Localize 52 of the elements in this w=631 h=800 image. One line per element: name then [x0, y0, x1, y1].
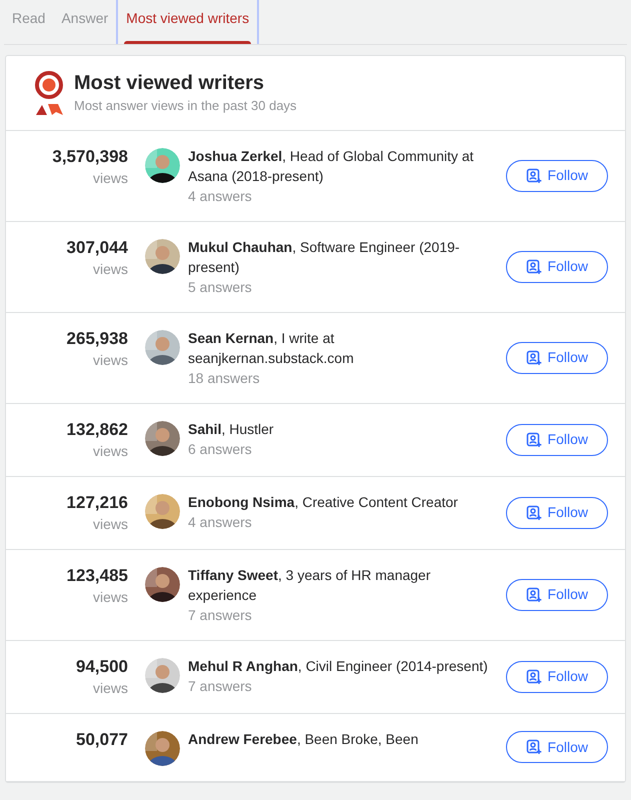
- writer-credential: Sean Kernan, I write at seanjkernan.substack.com: [188, 328, 355, 368]
- writer-credential: Mehul R Anghan, Civil Engineer (2014-present): [188, 656, 488, 676]
- add-person-icon: [526, 586, 542, 602]
- tab[interactable]: Read: [4, 0, 54, 44]
- follow-button[interactable]: Follow: [506, 250, 608, 282]
- answer-count: 6 answers: [188, 440, 253, 458]
- view-count: 307,044: [66, 236, 128, 258]
- answer-count: 7 answers: [188, 606, 253, 624]
- follow-button[interactable]: Follow: [506, 342, 608, 374]
- view-count: 94,500: [76, 656, 128, 678]
- tab[interactable]: Answer: [53, 0, 116, 44]
- follow-button[interactable]: Follow: [506, 578, 608, 610]
- add-person-icon: [526, 350, 542, 366]
- add-person-icon: [526, 504, 542, 520]
- answer-count: 4 answers: [188, 186, 253, 206]
- views-label: views: [92, 514, 128, 534]
- add-person-icon: [526, 258, 542, 274]
- views-label: views: [92, 168, 128, 188]
- view-count: 123,485: [66, 564, 128, 586]
- answer-count: 5 answers: [188, 278, 253, 296]
- views-label: views: [92, 678, 128, 698]
- answer-count: 4 answers: [188, 512, 253, 532]
- add-person-icon: [526, 168, 542, 184]
- card-title: Most viewed writers: [74, 71, 266, 96]
- writer-credential: Mukul Chauhan, Software Engineer (2019-present): [188, 238, 461, 276]
- tab[interactable]: Most viewed writers: [116, 0, 260, 44]
- writer-credential: Enobong Nsima, Creative Content Creator: [188, 492, 459, 512]
- views-label: views: [92, 588, 128, 606]
- add-person-icon: [526, 432, 542, 448]
- card-subtitle: Most answer views in the past 30 days: [74, 97, 297, 115]
- follow-button[interactable]: Follow: [506, 731, 608, 763]
- follow-button[interactable]: Follow: [506, 660, 608, 692]
- writer-credential: Joshua Zerkel, Head of Global Community at Asana (2018-present): [188, 146, 475, 186]
- view-count: 127,216: [66, 492, 128, 514]
- writer-credential: Tiffany Sweet, 3 years of HR manager experience: [188, 566, 432, 604]
- view-count: 132,862: [66, 418, 128, 440]
- follow-button[interactable]: Follow: [506, 496, 608, 528]
- views-label: views: [92, 442, 128, 460]
- answer-count: 18 answers: [188, 368, 261, 388]
- view-count: 3,570,398: [52, 146, 128, 168]
- writer-credential: Andrew Ferebee, Been Broke, Been: [188, 730, 420, 748]
- follow-button[interactable]: Follow: [506, 160, 608, 192]
- views-label: views: [92, 350, 128, 370]
- view-count: 50,077: [76, 728, 128, 750]
- view-count: 265,938: [66, 328, 128, 350]
- writer-credential: Sahil, Hustler: [188, 420, 275, 438]
- award-icon: [34, 70, 64, 115]
- add-person-icon: [526, 739, 542, 755]
- answer-count: 7 answers: [188, 676, 253, 696]
- add-person-icon: [526, 668, 542, 684]
- views-label: views: [92, 260, 128, 278]
- follow-button[interactable]: Follow: [506, 424, 608, 456]
